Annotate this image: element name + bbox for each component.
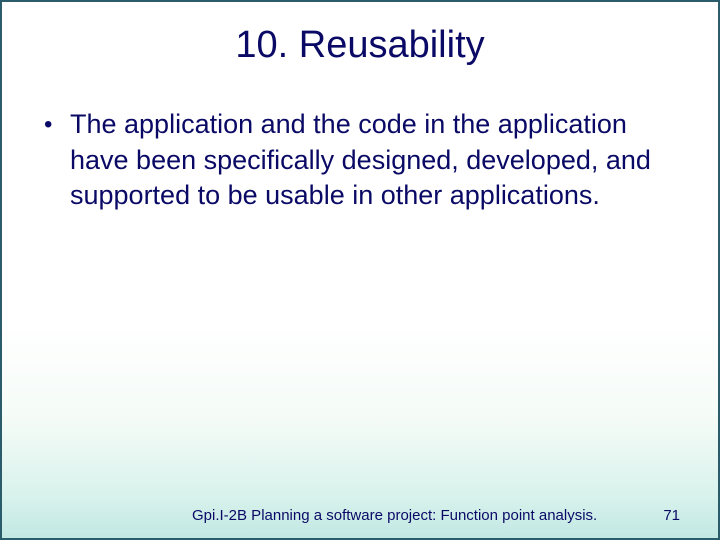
footer-text: Gpi.I-2B Planning a software project: Fu… (192, 507, 597, 524)
slide-title: 10. Reusability (2, 2, 718, 77)
slide-footer: Gpi.I-2B Planning a software project: Fu… (2, 507, 718, 524)
slide: 10. Reusability • The application and th… (0, 0, 720, 540)
bullet-item: • The application and the code in the ap… (42, 107, 678, 214)
bullet-dot-icon: • (42, 107, 70, 143)
slide-body: • The application and the code in the ap… (2, 77, 718, 214)
page-number: 71 (663, 507, 680, 524)
bullet-text: The application and the code in the appl… (70, 107, 678, 214)
